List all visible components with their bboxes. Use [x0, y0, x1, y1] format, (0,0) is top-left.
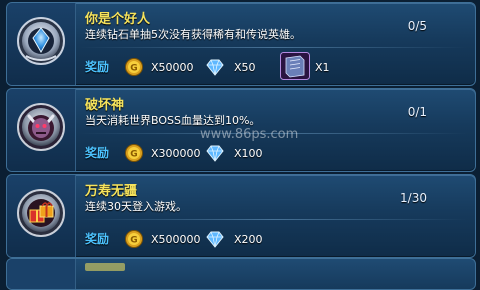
- reward-label: 奖励: [85, 232, 110, 246]
- achievement-description: 当天消耗世界BOSS血量达到10%。: [85, 114, 261, 127]
- achievement-progress: 1/30: [400, 191, 427, 205]
- achievement-description: 连续30天登入游戏。: [85, 200, 187, 213]
- achievement-card[interactable]: 你是个好人 连续钻石单抽5次没有获得稀有和传说英雄。 0/5 奖励 G X500…: [6, 2, 476, 86]
- gold-coin-icon: G: [125, 144, 143, 162]
- coin-amount: X500000: [151, 233, 201, 246]
- achievement-progress: 0/5: [407, 19, 427, 33]
- achievement-progress: 0/1: [407, 105, 427, 119]
- gem-amount: X200: [234, 233, 263, 246]
- badge-column: [7, 3, 76, 85]
- divider: [79, 219, 467, 220]
- gold-coin-icon: G: [125, 58, 143, 76]
- achievement-list: 你是个好人 连续钻石单抽5次没有获得稀有和传说英雄。 0/5 奖励 G X500…: [0, 0, 480, 290]
- badge-column: [7, 259, 76, 289]
- achievement-title: 万寿无疆: [85, 184, 138, 199]
- achievement-title: 破坏神: [85, 98, 125, 113]
- svg-text:G: G: [130, 150, 137, 160]
- reward-row: 奖励 G X500000 X200: [79, 223, 469, 253]
- reward-label: 奖励: [85, 60, 110, 74]
- coin-amount: X300000: [151, 147, 201, 160]
- gem-amount: X50: [234, 61, 256, 74]
- coin-amount: X50000: [151, 61, 194, 74]
- achievement-title-partial: [85, 263, 125, 271]
- svg-text:G: G: [130, 236, 137, 246]
- svg-text:G: G: [130, 64, 137, 74]
- achievement-title: 你是个好人: [85, 12, 151, 27]
- diamond-icon: [206, 145, 224, 162]
- achievement-card[interactable]: 万寿无疆 连续30天登入游戏。 1/30 奖励 G X500000 X200: [6, 174, 476, 258]
- reward-label: 奖励: [85, 146, 110, 160]
- badge-column: [7, 175, 76, 257]
- blue-gem-medal-icon: [17, 17, 65, 65]
- achievement-card-partial[interactable]: [6, 258, 476, 290]
- gem-amount: X100: [234, 147, 263, 160]
- gold-coin-icon: G: [125, 230, 143, 248]
- reward-row: 奖励 G X50000 X50 X1: [79, 51, 469, 81]
- divider: [79, 47, 467, 48]
- item-amount: X1: [315, 61, 330, 74]
- watermark: www.86ps.com: [200, 127, 299, 142]
- diamond-icon: [206, 59, 224, 76]
- spell-book-icon: [280, 52, 310, 80]
- badge-column: [7, 89, 76, 171]
- demon-skull-medal-icon: [17, 103, 65, 151]
- diamond-icon: [206, 231, 224, 248]
- gift-box-medal-icon: [17, 189, 65, 237]
- achievement-description: 连续钻石单抽5次没有获得稀有和传说英雄。: [85, 28, 301, 41]
